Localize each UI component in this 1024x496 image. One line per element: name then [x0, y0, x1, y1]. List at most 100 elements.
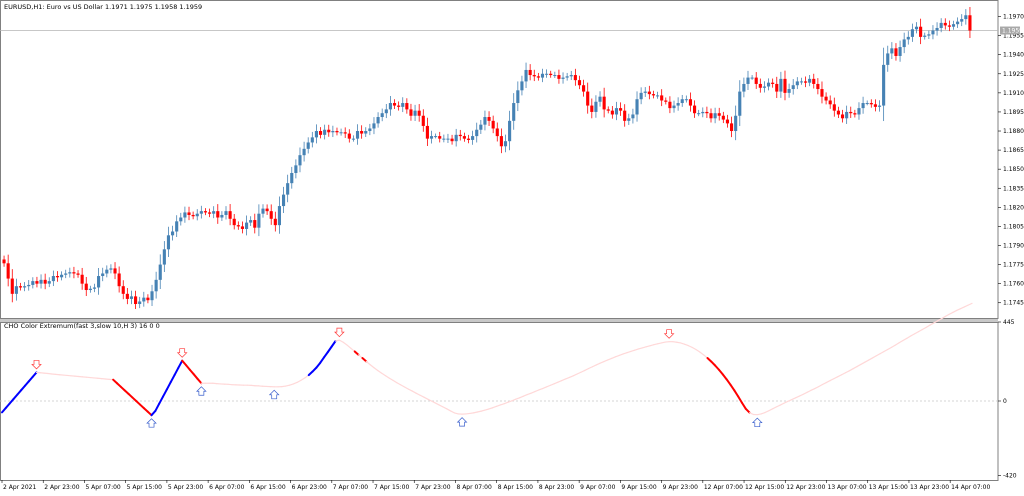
candle-body	[426, 126, 429, 139]
candle-body	[940, 23, 943, 28]
candle-body	[714, 113, 717, 118]
candle-body	[508, 121, 511, 141]
candle-body	[578, 80, 581, 85]
candle-body	[952, 24, 955, 27]
candle-body	[113, 268, 116, 273]
candle-body	[483, 117, 486, 125]
time-tick-label: 9 Apr 15:00	[621, 484, 656, 491]
candle-body	[467, 139, 470, 140]
candle-body	[360, 131, 363, 134]
candle-body	[611, 111, 614, 115]
candle-body	[619, 108, 622, 111]
candle-body	[796, 81, 799, 85]
candle-body	[623, 111, 626, 121]
time-tick-label: 2 Apr 23:00	[44, 484, 79, 491]
price-tick-label: 1.1805	[1003, 223, 1024, 230]
candle-body	[664, 100, 667, 101]
price-tick-label: 1.1910	[1003, 90, 1024, 97]
price-tick-label: 1.1970	[1003, 14, 1024, 21]
candle-body	[479, 125, 482, 130]
price-tick-label: 1.1865	[1003, 147, 1024, 154]
time-tick-label: 13 Apr 15:00	[869, 484, 908, 491]
candle-body	[504, 141, 507, 146]
time-tick-label: 8 Apr 15:00	[498, 484, 533, 491]
candle-body	[356, 131, 359, 139]
candle-body	[923, 36, 926, 37]
candle-body	[968, 15, 971, 30]
candle-body	[245, 223, 248, 229]
candle-body	[487, 117, 490, 121]
candle-body	[175, 221, 178, 231]
candle-body	[656, 95, 659, 96]
candle-body	[76, 273, 79, 274]
candle-body	[68, 272, 71, 273]
candle-body	[685, 99, 688, 100]
price-tick-label: 1.1790	[1003, 242, 1024, 249]
candle-body	[224, 211, 227, 215]
candle-body	[270, 211, 273, 219]
candle-body	[820, 89, 823, 97]
candle-body	[607, 109, 610, 110]
candle-body	[352, 139, 355, 140]
candle-body	[751, 78, 754, 79]
candle-body	[644, 92, 647, 93]
candle-body	[500, 136, 503, 146]
candle-body	[327, 130, 330, 133]
candle-body	[689, 99, 692, 105]
candle-body	[138, 301, 141, 304]
candle-body	[771, 83, 774, 84]
candle-body	[11, 279, 14, 294]
candle-body	[660, 95, 663, 100]
candle-body	[825, 97, 828, 101]
price-tick-label: 1.1895	[1003, 109, 1024, 116]
candle-body	[849, 112, 852, 113]
candle-body	[648, 92, 651, 95]
candle-body	[804, 81, 807, 82]
candle-body	[845, 112, 848, 118]
candle-body	[590, 106, 593, 112]
candle-body	[615, 108, 618, 114]
time-tick-label: 7 Apr 07:00	[333, 484, 368, 491]
candle-body	[705, 112, 708, 113]
time-tick-label: 13 Apr 07:00	[828, 484, 867, 491]
candle-body	[512, 103, 515, 121]
candle-body	[709, 113, 712, 118]
candle-body	[964, 15, 967, 19]
candle-body	[163, 249, 166, 264]
candle-body	[557, 75, 560, 79]
candle-body	[911, 29, 914, 37]
candle-body	[192, 215, 195, 216]
current-price-label: 1.1959	[1002, 28, 1023, 35]
candle-body	[631, 114, 634, 118]
chart-window[interactable]: 1.19701.19551.19401.19251.19101.18951.18…	[0, 0, 1024, 492]
candle-body	[340, 132, 343, 133]
candle-body	[434, 136, 437, 137]
candle-body	[118, 273, 121, 286]
candle-body	[109, 268, 112, 269]
time-tick-label: 9 Apr 23:00	[663, 484, 698, 491]
osc-tick-label: 445	[1003, 319, 1015, 326]
candle-body	[101, 273, 104, 276]
candle-body	[85, 284, 88, 290]
candle-body	[155, 280, 158, 291]
candle-body	[455, 135, 458, 141]
candle-body	[105, 270, 108, 274]
candle-body	[134, 296, 137, 304]
candle-body	[779, 79, 782, 92]
candle-body	[2, 259, 5, 263]
candle-body	[570, 75, 573, 76]
candle-body	[640, 93, 643, 99]
candle-body	[89, 289, 92, 290]
price-chart-svg[interactable]: 1.19701.19551.19401.19251.19101.18951.18…	[0, 0, 1024, 492]
candle-body	[874, 104, 877, 107]
candle-body	[672, 106, 675, 109]
candle-body	[212, 211, 215, 214]
candle-body	[701, 112, 704, 113]
time-tick-label: 13 Apr 23:00	[910, 484, 949, 491]
time-tick-label: 6 Apr 07:00	[209, 484, 244, 491]
candle-body	[72, 272, 75, 273]
candle-body	[594, 102, 597, 112]
candle-body	[746, 78, 749, 84]
candle-body	[742, 84, 745, 92]
candle-body	[183, 212, 186, 217]
